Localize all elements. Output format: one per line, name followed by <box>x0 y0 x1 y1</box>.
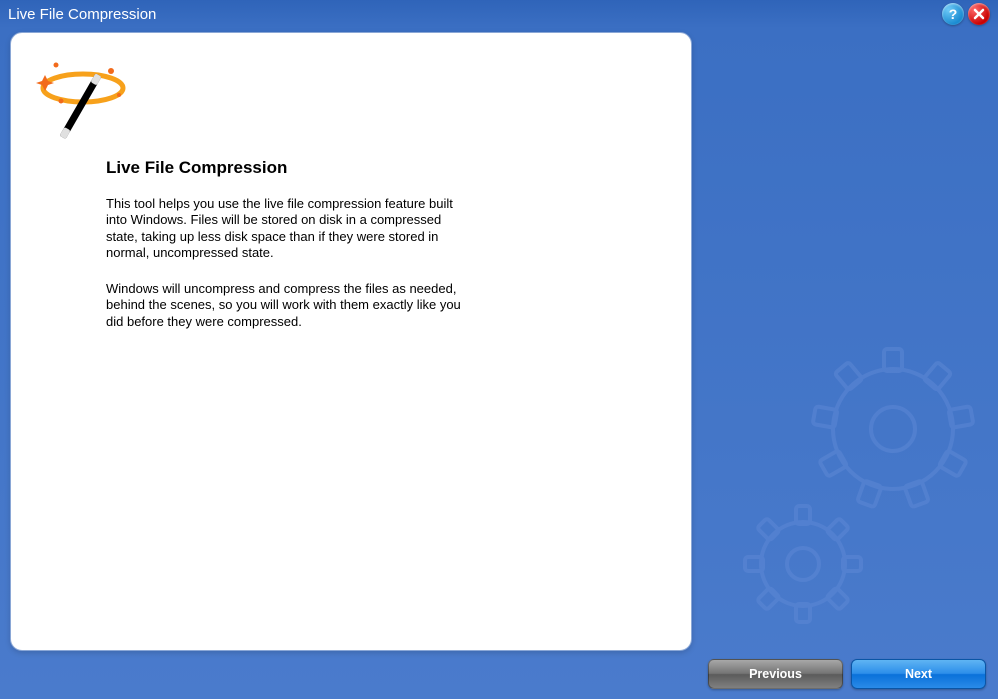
intro-paragraph-2: Windows will uncompress and compress the… <box>106 281 466 330</box>
next-button[interactable]: Next <box>851 659 986 689</box>
close-icon <box>973 8 985 20</box>
window-title: Live File Compression <box>8 6 156 23</box>
titlebar: Live File Compression ? <box>0 0 998 28</box>
wizard-footer: Previous Next <box>708 659 986 689</box>
wizard-body: Live File Compression This tool helps yo… <box>0 28 998 699</box>
close-button[interactable] <box>968 3 990 25</box>
help-button[interactable]: ? <box>942 3 964 25</box>
help-icon: ? <box>949 7 958 21</box>
intro-paragraph-1: This tool helps you use the live file co… <box>106 196 466 261</box>
magic-wand-icon <box>33 53 133 153</box>
page-heading: Live File Compression <box>106 158 536 178</box>
wizard-content: Live File Compression This tool helps yo… <box>106 158 536 350</box>
gears-decoration-icon <box>708 339 998 639</box>
previous-button[interactable]: Previous <box>708 659 843 689</box>
wizard-page: Live File Compression This tool helps yo… <box>10 32 692 651</box>
